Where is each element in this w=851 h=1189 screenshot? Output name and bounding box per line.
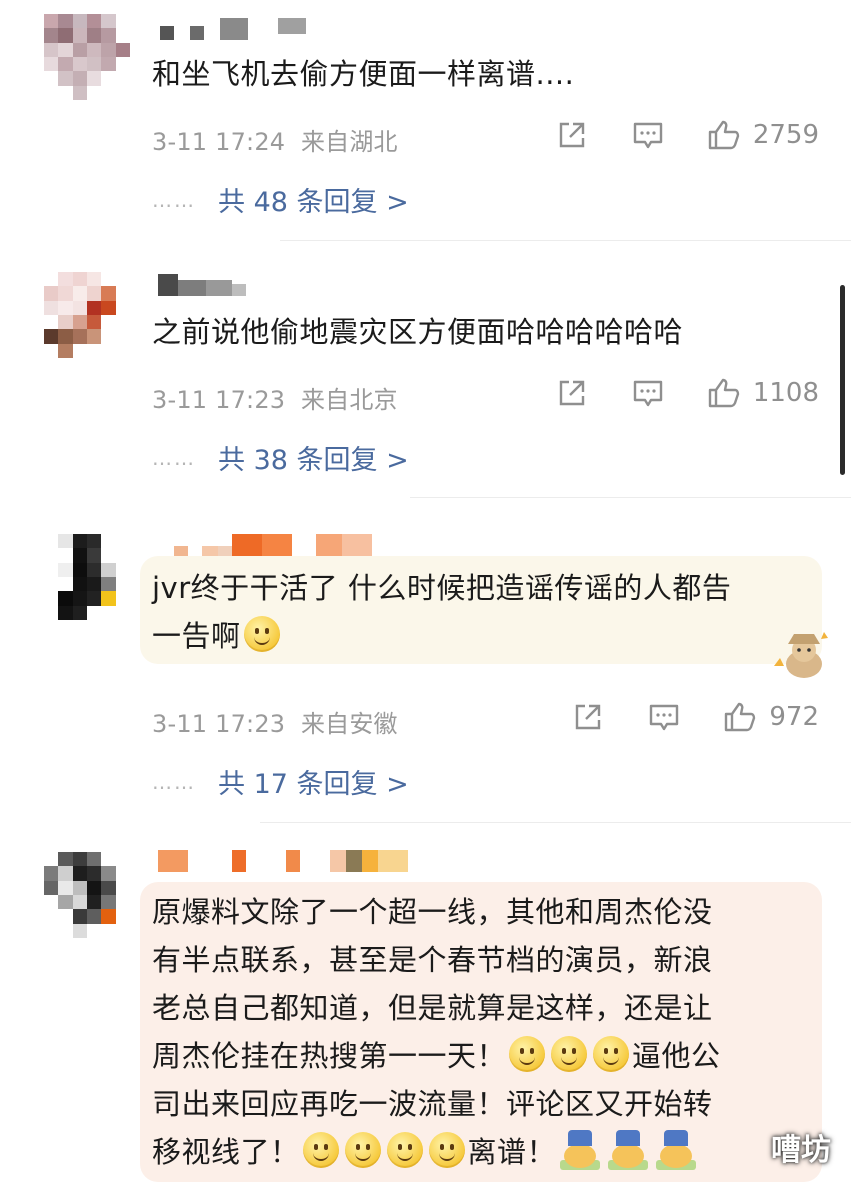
comment-text: 原爆料文除了一个超一线，其他和周杰伦没 有半点联系，甚至是个春节档的演员，新浪 … [152,895,721,1170]
action-bar: 1108 [555,376,819,410]
replies-link[interactable]: …… 共 38 条回复 > [152,438,409,477]
divider [410,497,851,498]
smile-emoji-icon [344,1132,381,1168]
replies-link[interactable]: …… 共 48 条回复 > [152,180,409,219]
thumbs-up-icon [707,118,741,152]
username-blurred[interactable] [158,18,306,40]
like-button[interactable]: 972 [723,700,819,734]
sticker-icon [656,1130,697,1170]
action-bar: 2759 [555,118,819,152]
like-button[interactable]: 2759 [707,118,819,152]
smile-emoji-icon [243,616,280,652]
like-count: 2759 [752,120,819,150]
share-icon[interactable] [555,118,589,152]
divider [260,822,851,823]
comment-text: 和坐飞机去偷方便面一样离谱.... [152,57,575,91]
share-icon[interactable] [571,700,605,734]
divider [280,240,851,241]
smile-emoji-icon [428,1132,465,1168]
comment-meta: 3-11 17:23 来自安徽 [152,704,398,739]
like-button[interactable]: 1108 [707,376,819,410]
action-bar: 972 [571,700,819,734]
timestamp: 3-11 17:24 [152,128,286,156]
smile-emoji-icon [302,1132,339,1168]
location: 来自湖北 [300,128,398,156]
comment-meta: 3-11 17:24 来自湖北 [152,122,398,157]
smile-emoji-icon [509,1036,546,1072]
replies-link[interactable]: …… 共 17 条回复 > [152,762,409,801]
thumbs-up-icon [723,700,757,734]
location: 来自北京 [300,386,398,414]
timestamp: 3-11 17:23 [152,710,286,738]
comment-icon[interactable] [631,118,665,152]
location: 来自安徽 [300,710,398,738]
username-blurred[interactable] [158,850,408,872]
comment-meta: 3-11 17:23 来自北京 [152,380,398,415]
avatar[interactable] [44,272,130,358]
avatar[interactable] [44,534,130,620]
avatar[interactable] [44,14,130,100]
comment-text: jvr终于干活了 什么时候把造谣传谣的人都告 一告啊 [152,571,732,653]
like-count: 972 [769,702,819,732]
scrollbar[interactable] [840,285,845,475]
comment-icon[interactable] [647,700,681,734]
sticker-icon [608,1130,649,1170]
smile-emoji-icon [593,1036,630,1072]
comment-icon[interactable] [631,376,665,410]
timestamp: 3-11 17:23 [152,386,286,414]
smile-emoji-icon [386,1132,423,1168]
share-icon[interactable] [555,376,589,410]
like-count: 1108 [752,378,819,408]
watermark: 嘈坊 [771,1133,831,1168]
username-blurred[interactable] [158,274,246,296]
smile-emoji-icon [551,1036,588,1072]
username-blurred[interactable] [158,534,372,558]
sticker-icon [560,1130,601,1170]
thumbs-up-icon [707,376,741,410]
bubble-decoration-sticker [768,626,834,682]
avatar[interactable] [44,852,130,938]
comment-text: 之前说他偷地震灾区方便面哈哈哈哈哈哈 [152,315,684,349]
